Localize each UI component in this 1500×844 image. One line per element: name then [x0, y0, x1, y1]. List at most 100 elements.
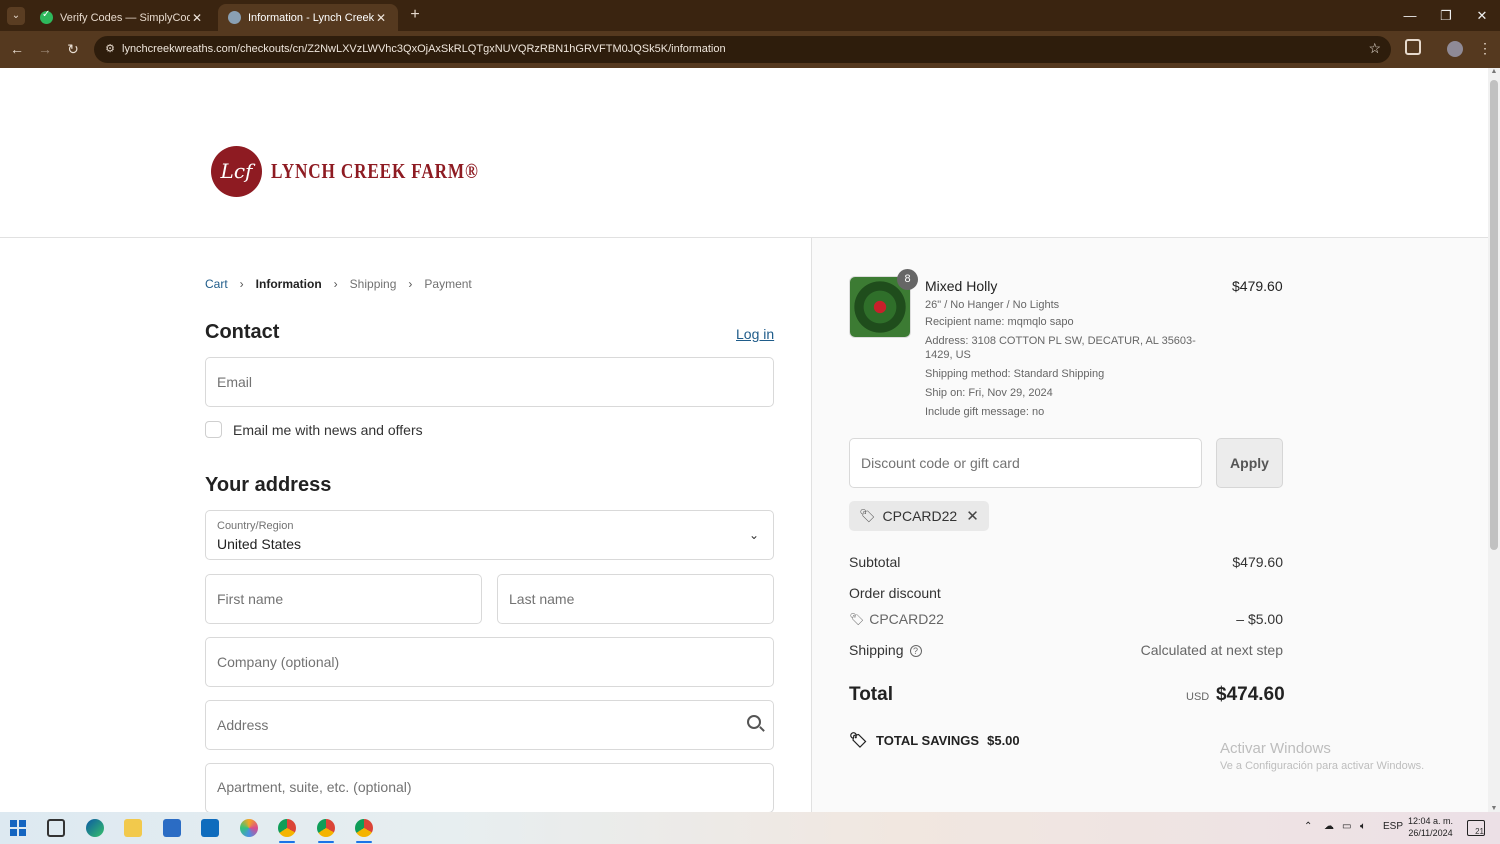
lynch-creek-farm-logo[interactable]: Lcf LYNCH CREEK FARM®	[211, 146, 524, 197]
chevron-right-icon: ›	[408, 277, 413, 291]
windows-taskbar: ⌃ ☁ ▭ 🔈︎ ESP	[0, 812, 1500, 844]
order-discount-code: 🏷︎ CPCARD22	[849, 611, 944, 627]
tab-search-chevron-icon[interactable]: ⌄	[7, 7, 25, 25]
address-bar[interactable]: ⚙ lynchcreekwreaths.com/checkouts/cn/Z2N…	[94, 36, 1391, 63]
apply-discount-button[interactable]: Apply	[1216, 438, 1283, 488]
tab-information-active[interactable]: Information - Lynch Creek Farm ✕	[218, 4, 398, 31]
watermark-subtitle: Ve a Configuración para activar Windows.	[1220, 760, 1425, 772]
language-indicator[interactable]: ESP	[1383, 821, 1403, 832]
savings-value: $5.00	[987, 732, 1020, 748]
address-field[interactable]: Address	[205, 700, 774, 750]
scroll-down-arrow-icon[interactable]: ▼	[1490, 805, 1498, 812]
shipping-label: Shipping	[849, 642, 904, 658]
country-value: United States	[217, 536, 302, 552]
close-window-icon[interactable]: ✕	[1470, 6, 1494, 26]
subtotal-value: $479.60	[1232, 554, 1283, 570]
taskbar-clock[interactable]: 12:04 a. m. 26/11/2024	[1408, 815, 1453, 839]
tag-icon: 🏷︎	[849, 612, 865, 626]
email-field[interactable]: Email	[205, 357, 774, 407]
back-arrow-icon[interactable]: ←	[8, 40, 26, 58]
scrollbar-thumb[interactable]	[1490, 80, 1498, 550]
tab-verify-codes[interactable]: Verify Codes — SimplyCodes ✕	[30, 4, 214, 31]
forward-arrow-icon[interactable]: →	[36, 40, 54, 58]
company-field[interactable]: Company (optional)	[205, 637, 774, 687]
clock-date: 26/11/2024	[1408, 828, 1453, 838]
network-icon[interactable]: ▭	[1342, 821, 1351, 832]
logo-mark: Lcf	[211, 146, 262, 197]
address-heading: Your address	[205, 474, 332, 496]
product-recipient: Recipient name: mqmqlo sapo	[925, 316, 1074, 328]
newsletter-label[interactable]: Email me with news and offers	[233, 422, 423, 438]
contact-heading: Contact	[205, 321, 280, 343]
tab-close-icon[interactable]: ✕	[190, 11, 204, 25]
applied-discount-chip: 🏷︎ CPCARD22 ✕	[849, 501, 989, 531]
edge-browser-icon[interactable]	[86, 819, 104, 837]
chrome-profile-3-icon[interactable]	[355, 819, 373, 837]
shipping-value: Calculated at next step	[1140, 642, 1283, 658]
copilot-icon[interactable]	[240, 819, 258, 837]
globe-favicon-icon	[228, 11, 241, 24]
search-icon	[747, 715, 761, 729]
windows-activation-watermark: Activar Windows Ve a Configuración para …	[1220, 740, 1424, 772]
tray-chevron-up-icon[interactable]: ⌃	[1304, 821, 1312, 832]
last-name-field[interactable]: Last name	[497, 574, 774, 624]
active-app-indicator	[318, 841, 334, 843]
restore-icon[interactable]: ❐	[1434, 6, 1458, 26]
onedrive-icon[interactable]: ☁	[1324, 821, 1334, 832]
first-name-field[interactable]: First name	[205, 574, 482, 624]
bookmark-star-icon[interactable]: ☆	[1368, 40, 1381, 57]
outlook-icon[interactable]	[201, 819, 219, 837]
new-tab-plus-icon[interactable]: +	[406, 6, 424, 24]
discount-placeholder: Discount code or gift card	[861, 455, 1020, 471]
login-link[interactable]: Log in	[736, 326, 774, 342]
site-header: Lcf LYNCH CREEK FARM®	[0, 68, 1488, 238]
address-bar-url[interactable]: lynchcreekwreaths.com/checkouts/cn/Z2NwL…	[122, 43, 726, 55]
breadcrumb: Cart › Information › Shipping › Payment	[205, 277, 472, 291]
chevron-right-icon: ›	[333, 277, 338, 291]
tab-label: Verify Codes — SimplyCodes	[60, 11, 190, 24]
shipping-row-label: Shipping?	[849, 642, 922, 658]
product-gift-message: Include gift message: no	[925, 406, 1045, 418]
tab-close-icon[interactable]: ✕	[374, 11, 388, 25]
apartment-field[interactable]: Apartment, suite, etc. (optional)	[205, 763, 774, 812]
tag-icon: 🏷︎	[859, 508, 876, 523]
clock-time: 12:04 a. m.	[1408, 816, 1454, 826]
watermark-title: Activar Windows	[1220, 740, 1331, 757]
browser-toolbar: ← → ↻ ⚙ lynchcreekwreaths.com/checkouts/…	[0, 31, 1500, 68]
breadcrumb-cart[interactable]: Cart	[205, 277, 228, 291]
extensions-puzzle-icon[interactable]	[1405, 39, 1421, 55]
volume-icon[interactable]: 🔈︎	[1360, 821, 1366, 832]
browser-menu-kebab-icon[interactable]: ⋮	[1478, 40, 1492, 57]
profile-avatar[interactable]	[1447, 41, 1463, 57]
remove-discount-close-icon[interactable]: ✕	[966, 507, 979, 525]
discount-code-input[interactable]: Discount code or gift card	[849, 438, 1202, 488]
browser-tab-strip: ⌄ Verify Codes — SimplyCodes ✕ Informati…	[0, 0, 1500, 31]
task-view-icon[interactable]	[47, 819, 65, 837]
newsletter-checkbox[interactable]	[205, 421, 222, 438]
subtotal-label: Subtotal	[849, 554, 901, 570]
product-shipping-method: Shipping method: Standard Shipping	[925, 368, 1105, 380]
minimize-icon[interactable]: —	[1398, 6, 1422, 26]
checkout-page: Lcf LYNCH CREEK FARM® Cart › Information…	[0, 68, 1488, 812]
file-explorer-icon[interactable]	[124, 819, 142, 837]
product-variant: 26" / No Hanger / No Lights	[925, 299, 1060, 311]
chevron-right-icon: ›	[239, 277, 244, 291]
total-savings: 🏷︎ TOTAL SAVINGS $5.00	[849, 731, 1020, 749]
reload-icon[interactable]: ↻	[64, 40, 82, 58]
chrome-profile-2-icon[interactable]	[317, 819, 335, 837]
page-scrollbar[interactable]: ▲ ▼	[1488, 68, 1500, 812]
help-circle-icon[interactable]: ?	[909, 645, 922, 658]
product-price: $479.60	[1232, 278, 1283, 294]
scroll-up-arrow-icon[interactable]: ▲	[1490, 68, 1498, 75]
apartment-placeholder: Apartment, suite, etc. (optional)	[217, 779, 412, 795]
country-select[interactable]: Country/Region United States ⌄	[205, 510, 774, 560]
notifications-icon[interactable]: 21	[1467, 820, 1485, 836]
product-ship-on: Ship on: Fri, Nov 29, 2024	[925, 387, 1053, 399]
site-info-icon[interactable]: ⚙	[102, 42, 118, 57]
total-currency: USD	[1186, 691, 1210, 703]
windows-start-icon[interactable]	[10, 819, 28, 837]
chrome-profile-1-icon[interactable]	[278, 819, 296, 837]
product-name: Mixed Holly	[925, 278, 998, 294]
microsoft-store-icon[interactable]	[163, 819, 181, 837]
active-app-indicator	[356, 841, 372, 843]
